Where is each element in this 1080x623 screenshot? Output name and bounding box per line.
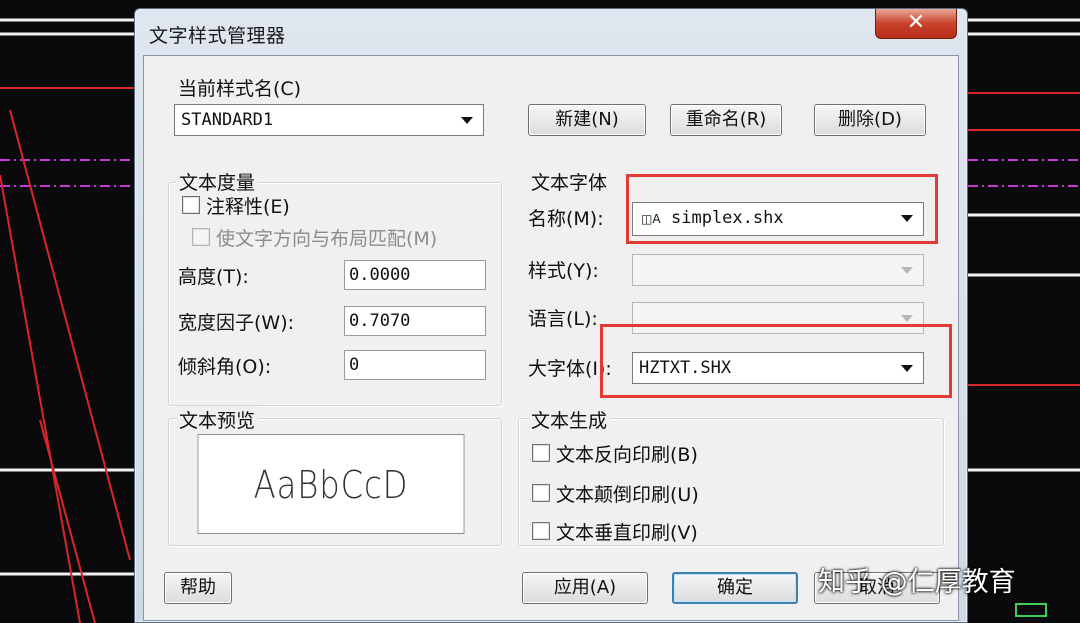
vertical-checkbox[interactable] [532,522,550,540]
font-name-highlight [626,174,938,244]
text-metrics-title: 文本度量 [176,168,259,195]
upside-down-label: 文本颠倒印刷(U) [556,484,699,506]
help-button[interactable]: 帮助 [164,572,232,604]
new-style-button[interactable]: 新建(N) [528,104,646,136]
text-style-dialog: 文字样式管理器 ✕ 当前样式名(C) STANDARD1 新建(N) 重命名(R… [134,8,968,623]
dialog-client-area: 当前样式名(C) STANDARD1 新建(N) 重命名(R) 删除(D) 文本… [143,55,959,621]
oblique-angle-input[interactable]: 0 [344,350,486,380]
annotative-label: 注释性(E) [206,196,290,218]
height-input[interactable]: 0.0000 [344,260,486,290]
language-label: 语言(L): [528,308,598,330]
width-factor-input[interactable]: 0.7070 [344,306,486,336]
style-name-value: STANDARD1 [181,110,274,130]
apply-button[interactable]: 应用(A) [522,572,648,604]
height-label: 高度(T): [178,266,249,288]
width-factor-label: 宽度因子(W): [178,312,295,334]
title-bar[interactable]: 文字样式管理器 ✕ [135,9,967,55]
window-title: 文字样式管理器 [149,25,286,47]
delete-style-button[interactable]: 删除(D) [814,104,926,136]
watermark: 知乎 @仁厚教育 [818,567,1016,598]
oblique-angle-label: 倾斜角(O): [178,356,272,378]
backwards-label: 文本反向印刷(B) [556,444,698,466]
match-orientation-checkbox[interactable] [192,228,210,246]
bigfont-highlight [600,324,952,398]
font-style-label: 样式(Y): [528,260,599,282]
ok-button[interactable]: 确定 [672,572,798,604]
annotative-checkbox[interactable] [182,196,200,214]
style-name-select[interactable]: STANDARD1 [174,104,484,136]
font-name-label: 名称(M): [528,208,604,230]
text-preview-title: 文本预览 [176,406,259,433]
vertical-label: 文本垂直印刷(V) [556,522,698,544]
backwards-checkbox[interactable] [532,444,550,462]
font-style-select[interactable] [632,254,924,286]
text-preview-box: AaBbCcD [197,434,465,534]
upside-down-checkbox[interactable] [532,484,550,502]
close-button[interactable]: ✕ [875,9,957,39]
style-name-label: 当前样式名(C) [178,78,302,100]
chevron-down-icon [901,267,913,274]
text-generation-title: 文本生成 [528,406,611,433]
text-font-title: 文本字体 [528,168,611,195]
chevron-down-icon [461,117,473,124]
close-icon: ✕ [906,10,926,35]
chevron-down-icon [901,315,913,322]
match-orientation-label: 使文字方向与布局匹配(M) [216,228,438,250]
rename-style-button[interactable]: 重命名(R) [670,104,782,136]
